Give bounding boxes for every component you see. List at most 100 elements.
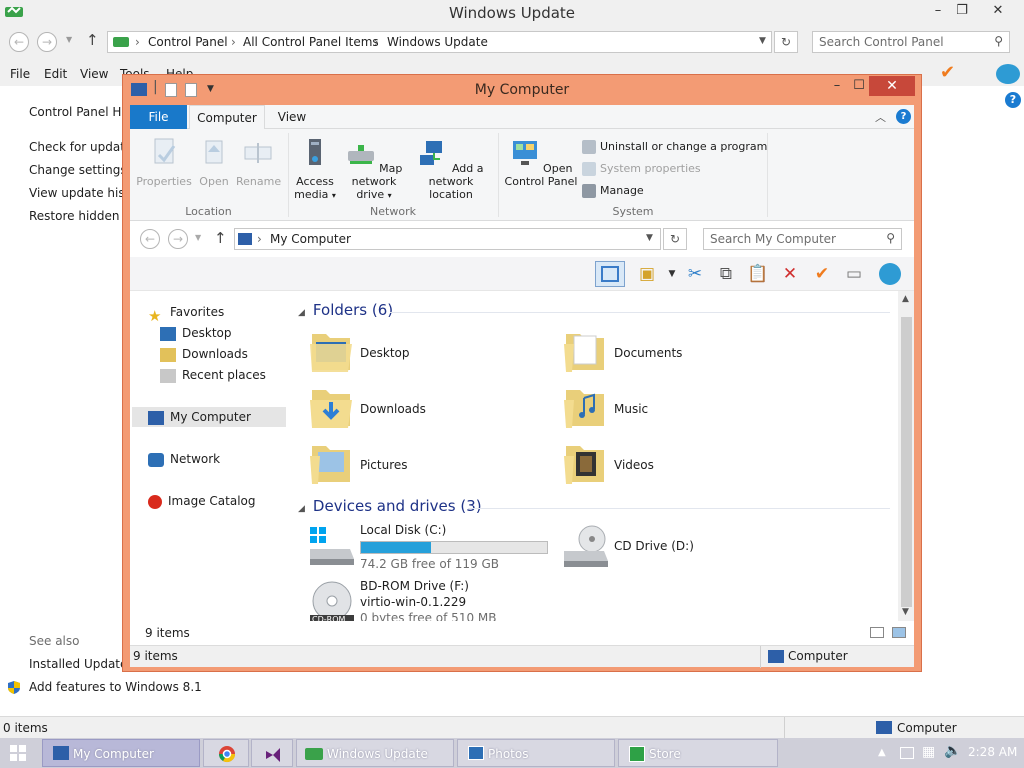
map-network-drive-button[interactable]: Map network drive ▾ bbox=[338, 137, 410, 202]
scroll-up-icon[interactable]: ▲ bbox=[902, 294, 909, 304]
search-placeholder: Search My Computer bbox=[710, 232, 836, 246]
action-center-icon[interactable] bbox=[900, 747, 914, 759]
restore-button[interactable]: ❐ bbox=[948, 2, 976, 20]
rename-icon[interactable]: ▭ bbox=[842, 262, 866, 286]
up-button[interactable]: ↑ bbox=[86, 31, 99, 49]
taskbar-windows-update[interactable]: Windows Update bbox=[296, 739, 454, 767]
folder-downloads[interactable]: Downloads bbox=[308, 384, 548, 436]
menu-view[interactable]: View bbox=[80, 67, 108, 81]
search-input[interactable]: Search My Computer ⚲ bbox=[703, 228, 902, 250]
folder-music[interactable]: Music bbox=[562, 384, 802, 436]
copy-icon[interactable]: ⧉ bbox=[714, 262, 738, 286]
breadcrumb-all-items[interactable]: All Control Panel Items bbox=[243, 35, 379, 49]
vertical-scrollbar[interactable]: ▲ ▼ bbox=[898, 291, 914, 621]
search-icon: ⚲ bbox=[886, 231, 895, 245]
menu-edit[interactable]: Edit bbox=[44, 67, 67, 81]
forward-button[interactable]: → bbox=[168, 229, 188, 249]
help-icon[interactable]: ? bbox=[1005, 92, 1021, 108]
taskbar-store[interactable]: Store bbox=[618, 739, 778, 767]
scroll-thumb[interactable] bbox=[901, 317, 912, 607]
paste-icon[interactable]: 📋 bbox=[746, 262, 770, 286]
manage-label: Manage bbox=[600, 184, 644, 197]
open-button[interactable]: Open bbox=[194, 137, 234, 188]
volume-icon[interactable]: 🔈 bbox=[944, 743, 961, 759]
folder-pictures[interactable]: Pictures bbox=[308, 440, 548, 492]
nav-image-catalog[interactable]: Image Catalog bbox=[148, 491, 255, 511]
recent-locations-icon[interactable]: ▼ bbox=[66, 35, 72, 44]
access-media-button[interactable]: Access media ▾ bbox=[292, 137, 338, 202]
large-icons-view-icon[interactable] bbox=[892, 627, 906, 638]
folder-videos[interactable]: Videos bbox=[562, 440, 802, 492]
breadcrumb-my-computer[interactable]: My Computer bbox=[270, 232, 351, 246]
tab-view[interactable]: View bbox=[270, 105, 314, 129]
chevron-down-icon[interactable]: ▼ bbox=[660, 262, 684, 286]
bg-address-field[interactable]: › Control Panel › All Control Panel Item… bbox=[107, 31, 772, 53]
address-field[interactable]: › My Computer ▼ bbox=[234, 228, 661, 250]
close-button[interactable]: ✕ bbox=[984, 2, 1012, 20]
drive-d[interactable]: CD Drive (D:) bbox=[562, 523, 762, 579]
recent-locations-icon[interactable]: ▼ bbox=[195, 233, 201, 242]
installed-updates-link[interactable]: Installed Updates bbox=[29, 657, 134, 671]
folders-group-header[interactable]: ◢ Folders (6) bbox=[298, 301, 393, 319]
back-button[interactable]: ← bbox=[9, 32, 29, 52]
drive-c[interactable]: Local Disk (C:) 74.2 GB free of 119 GB bbox=[308, 523, 558, 579]
open-control-panel-button[interactable]: Open Control Panel bbox=[502, 137, 580, 188]
forward-button[interactable]: → bbox=[37, 32, 57, 52]
globe-icon[interactable] bbox=[996, 64, 1020, 84]
chevron-down-icon[interactable]: ▼ bbox=[646, 233, 653, 243]
folder-desktop[interactable]: Desktop bbox=[308, 328, 548, 380]
nav-my-computer[interactable]: My Computer bbox=[132, 407, 286, 427]
folder-options-icon[interactable]: ▣ bbox=[635, 262, 659, 286]
folder-documents[interactable]: Documents bbox=[562, 328, 802, 380]
add-network-location-button[interactable]: Add a network location bbox=[411, 137, 491, 201]
cut-icon[interactable]: ✂ bbox=[683, 262, 707, 286]
menu-file[interactable]: File bbox=[10, 67, 30, 81]
folder-label: Pictures bbox=[360, 458, 408, 472]
refresh-button[interactable]: ↻ bbox=[774, 31, 798, 53]
bg-search-input[interactable]: Search Control Panel ⚲ bbox=[812, 31, 1010, 53]
breadcrumb-control-panel[interactable]: Control Panel bbox=[148, 35, 228, 49]
windows-start-icon[interactable] bbox=[10, 745, 26, 761]
divider bbox=[390, 312, 890, 313]
devices-group-header[interactable]: ◢ Devices and drives (3) bbox=[298, 497, 482, 515]
preview-pane-button[interactable] bbox=[595, 261, 625, 287]
uninstall-program-button[interactable]: Uninstall or change a program bbox=[582, 139, 767, 157]
nav-network[interactable]: Network bbox=[148, 449, 220, 469]
network-icon[interactable]: ▦ bbox=[922, 744, 935, 760]
up-button[interactable]: ↑ bbox=[214, 229, 227, 247]
globe-icon[interactable] bbox=[878, 262, 902, 286]
tab-file[interactable]: File bbox=[130, 105, 187, 129]
chevron-down-icon[interactable]: ▼ bbox=[759, 36, 766, 46]
sidebar-change-settings[interactable]: Change settings bbox=[29, 163, 127, 177]
nav-recent-places[interactable]: Recent places bbox=[160, 365, 266, 385]
nav-downloads[interactable]: Downloads bbox=[160, 344, 248, 364]
delete-icon[interactable]: ✕ bbox=[778, 262, 802, 286]
collapse-ribbon-icon[interactable]: ︿ bbox=[875, 109, 886, 125]
nav-image-catalog-label: Image Catalog bbox=[168, 494, 256, 508]
window-titlebar[interactable]: | ▼ My Computer – ☐ ✕ bbox=[123, 75, 921, 104]
details-view-icon[interactable] bbox=[870, 627, 884, 638]
taskbar-my-computer[interactable]: My Computer bbox=[42, 739, 200, 767]
refresh-button[interactable]: ↻ bbox=[663, 228, 687, 250]
taskbar-photos[interactable]: Photos bbox=[457, 739, 615, 767]
nav-desktop[interactable]: Desktop bbox=[160, 323, 232, 343]
scroll-down-icon[interactable]: ▼ bbox=[902, 607, 909, 617]
manage-button[interactable]: Manage bbox=[582, 183, 644, 201]
taskbar-chrome[interactable] bbox=[203, 739, 249, 767]
taskbar-visual-studio[interactable] bbox=[251, 739, 293, 767]
show-hidden-icons[interactable]: ▲ bbox=[878, 747, 886, 758]
check-icon[interactable]: ✔ bbox=[810, 262, 834, 286]
properties-button[interactable]: Properties bbox=[136, 137, 192, 188]
check-icon[interactable]: ✔ bbox=[940, 62, 955, 83]
clock[interactable]: 2:28 AM bbox=[968, 745, 1017, 759]
close-button[interactable]: ✕ bbox=[869, 76, 915, 96]
help-icon[interactable]: ? bbox=[896, 109, 911, 124]
visual-studio-icon bbox=[266, 748, 280, 762]
tab-computer[interactable]: Computer bbox=[189, 105, 265, 130]
breadcrumb-windows-update[interactable]: Windows Update bbox=[387, 35, 488, 49]
nav-favorites[interactable]: ★ Favorites bbox=[148, 302, 224, 325]
system-properties-button[interactable]: System properties bbox=[582, 161, 701, 179]
add-features-link[interactable]: Add features to Windows 8.1 bbox=[29, 680, 202, 694]
back-button[interactable]: ← bbox=[140, 229, 160, 249]
rename-button[interactable]: Rename bbox=[236, 137, 281, 188]
